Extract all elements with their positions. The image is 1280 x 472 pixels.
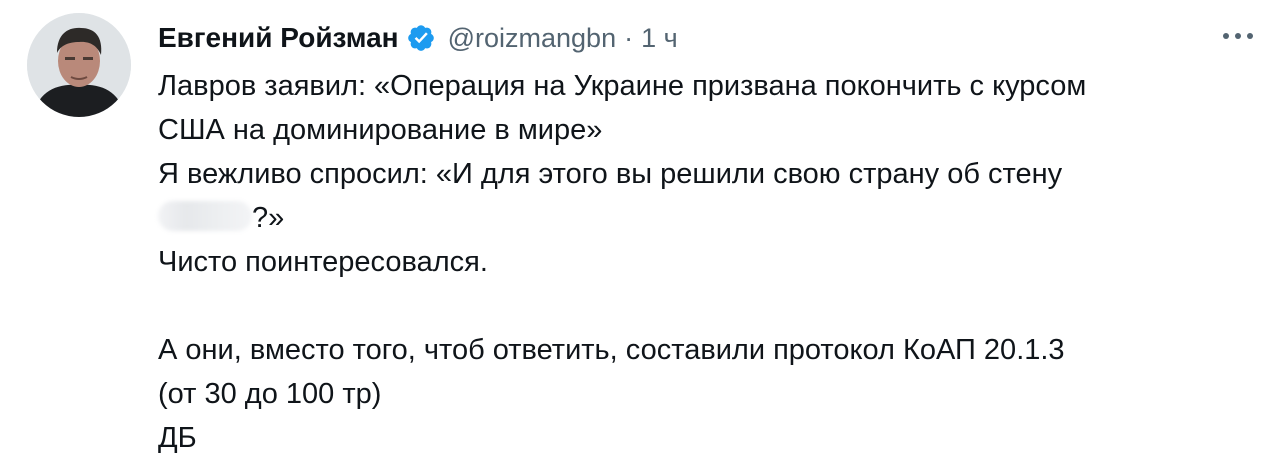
tweet: Евгений Ройзман @roizmangbn · 1 ч Лавров…: [0, 0, 1280, 472]
author-handle[interactable]: @roizmangbn: [448, 23, 617, 54]
tweet-header: Евгений Ройзман @roizmangbn · 1 ч: [158, 16, 678, 60]
tweet-line: Я вежливо спросил: «И для этого вы решил…: [158, 158, 1063, 190]
tweet-line: Лавров заявил: «Операция на Украине приз…: [158, 70, 1087, 102]
tweet-line: ДБ: [158, 422, 197, 454]
verified-badge-icon: [406, 23, 436, 53]
tweet-line: ?»: [252, 202, 285, 234]
tweet-timestamp[interactable]: 1 ч: [641, 23, 678, 54]
avatar[interactable]: [27, 13, 131, 117]
more-dots-icon[interactable]: [1216, 18, 1260, 54]
tweet-line-redacted: ?»: [158, 196, 1248, 240]
tweet-line: США на доминирование в мире»: [158, 114, 603, 146]
tweet-line: (от 30 до 100 тр): [158, 378, 382, 410]
separator-dot: ·: [624, 22, 634, 53]
tweet-line: А они, вместо того, чтоб ответить, соста…: [158, 334, 1065, 366]
redacted-word: [158, 201, 252, 231]
tweet-text: Лавров заявил: «Операция на Украине приз…: [158, 64, 1248, 460]
tweet-line: Чисто поинтересовался.: [158, 246, 488, 278]
author-name[interactable]: Евгений Ройзман: [158, 22, 399, 54]
avatar-photo: [27, 13, 131, 117]
